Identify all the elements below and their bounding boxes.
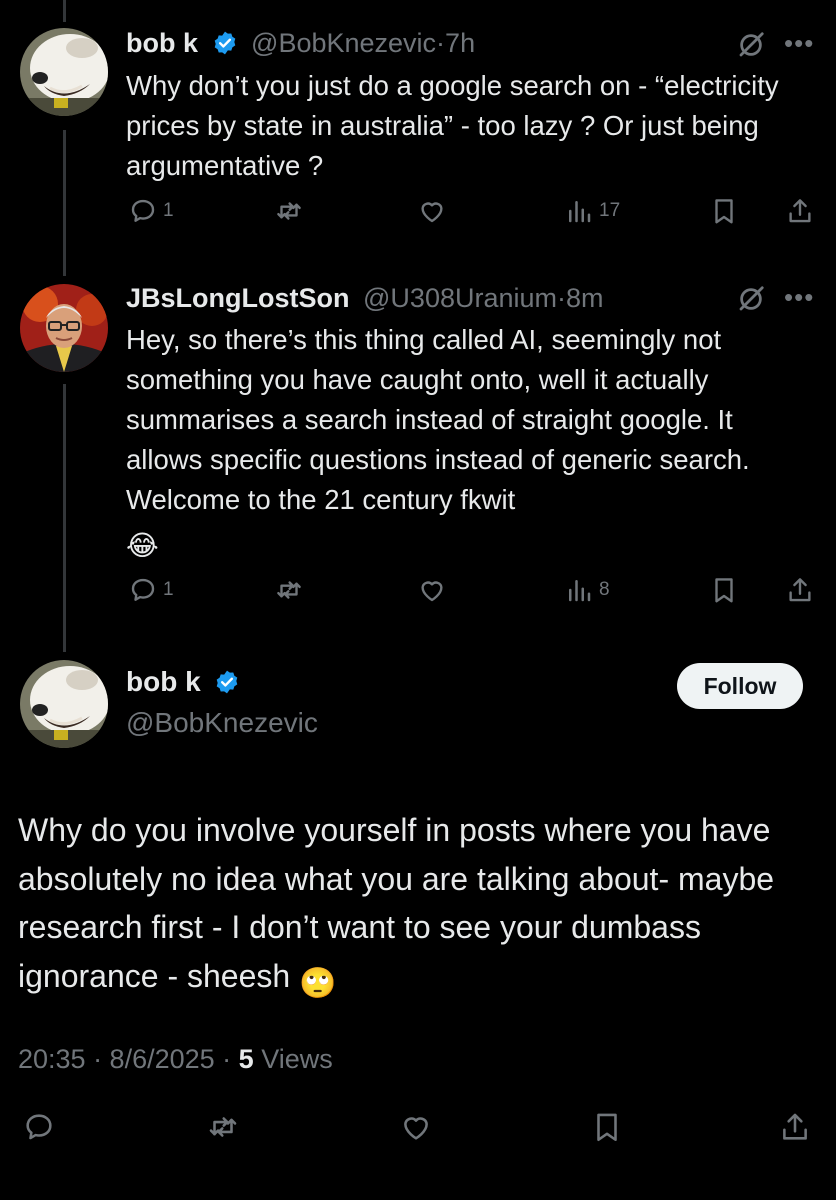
share-icon — [789, 578, 811, 602]
man-portrait-avatar[interactable] — [20, 284, 108, 372]
tweet-header: JBsLongLostSon @U308Uranium·8m — [126, 281, 604, 315]
share-button[interactable] — [785, 575, 815, 605]
main-tweet-text-block: Why do you involve yourself in posts whe… — [18, 806, 818, 1008]
grok-icon[interactable] — [736, 30, 766, 60]
reply-button[interactable]: 1 — [128, 575, 174, 605]
verified-badge-icon — [217, 670, 238, 694]
reply-icon — [131, 578, 155, 601]
author-handle[interactable]: @BobKnezevic — [251, 28, 436, 58]
views-count: 8 — [599, 579, 610, 600]
tweet-text: Why do you involve yourself in posts whe… — [18, 812, 775, 994]
heart-icon — [421, 202, 443, 223]
retweet-icon — [277, 581, 301, 599]
verified-badge-icon — [214, 31, 235, 55]
reply-button[interactable]: 1 — [128, 196, 174, 226]
tweet-timestamp[interactable]: 20:35 · 8/6/2025 · — [18, 1044, 239, 1074]
separator: · — [557, 283, 566, 313]
author-handle[interactable]: @U308Uranium — [363, 283, 557, 313]
reply-button[interactable] — [22, 1110, 56, 1144]
analytics-icon — [569, 201, 591, 223]
author-name[interactable]: bob k — [126, 28, 198, 58]
bookmark-icon — [597, 1113, 617, 1142]
share-button[interactable] — [785, 196, 815, 226]
main-tweet-actions — [0, 1110, 836, 1150]
heart-icon — [421, 581, 443, 602]
retweet-button[interactable] — [205, 1110, 241, 1144]
more-options-icon[interactable]: ••• — [784, 28, 814, 59]
share-button[interactable] — [778, 1110, 812, 1144]
tweet-actions: 1 8 — [0, 575, 836, 615]
author-name[interactable]: bob k — [126, 666, 201, 697]
tweet-text: Hey, so there’s this thing called AI, se… — [126, 324, 750, 515]
author-handle[interactable]: @BobKnezevic — [126, 707, 318, 739]
main-author-name-row: bob k — [126, 666, 240, 698]
retweet-icon — [209, 1117, 237, 1137]
reply-icon — [26, 1114, 52, 1140]
reply-count: 1 — [163, 579, 174, 600]
share-icon — [783, 1113, 807, 1140]
like-button[interactable] — [417, 196, 447, 226]
share-icon — [789, 199, 811, 223]
reply-icon — [131, 199, 155, 222]
views-button[interactable]: 17 — [564, 196, 620, 226]
tweet-actions: 1 17 — [0, 196, 836, 236]
analytics-icon — [569, 580, 591, 602]
tweet-time[interactable]: 8m — [566, 283, 604, 313]
tweet-time[interactable]: 7h — [445, 28, 475, 58]
heart-icon — [404, 1117, 428, 1140]
tweet-metadata: 20:35 · 8/6/2025 · 5 Views — [18, 1044, 333, 1075]
dog-photo-avatar[interactable] — [20, 660, 108, 748]
more-options-icon[interactable]: ••• — [784, 282, 814, 313]
eye-roll-emoji-icon: 🙄 — [299, 966, 337, 1000]
bookmark-icon — [715, 578, 733, 603]
bookmark-button[interactable] — [590, 1110, 624, 1144]
grok-icon[interactable] — [736, 284, 766, 314]
follow-button[interactable]: Follow — [677, 663, 803, 709]
retweet-button[interactable] — [273, 575, 305, 605]
tweet-header: bob k @BobKnezevic·7h — [126, 26, 475, 60]
views-count[interactable]: 5 — [239, 1044, 254, 1074]
tweet-text: Why don’t you just do a google search on… — [126, 70, 779, 181]
views-button[interactable]: 8 — [564, 575, 610, 605]
views-label[interactable]: Views — [254, 1044, 333, 1074]
separator: · — [436, 28, 446, 58]
author-name[interactable]: JBsLongLostSon — [126, 283, 350, 313]
retweet-icon — [277, 202, 301, 220]
tweet-text-block: Hey, so there’s this thing called AI, se… — [126, 320, 816, 566]
bookmark-icon — [715, 199, 733, 224]
bookmark-button[interactable] — [709, 575, 739, 605]
reply-count: 1 — [163, 200, 174, 221]
laughing-emoji-icon: 😂 — [126, 530, 159, 561]
views-count: 17 — [599, 200, 621, 221]
dog-photo-avatar[interactable] — [20, 28, 108, 116]
thread-line-top — [63, 0, 66, 22]
bookmark-button[interactable] — [709, 196, 739, 226]
retweet-button[interactable] — [273, 196, 305, 226]
like-button[interactable] — [398, 1110, 434, 1144]
like-button[interactable] — [417, 575, 447, 605]
